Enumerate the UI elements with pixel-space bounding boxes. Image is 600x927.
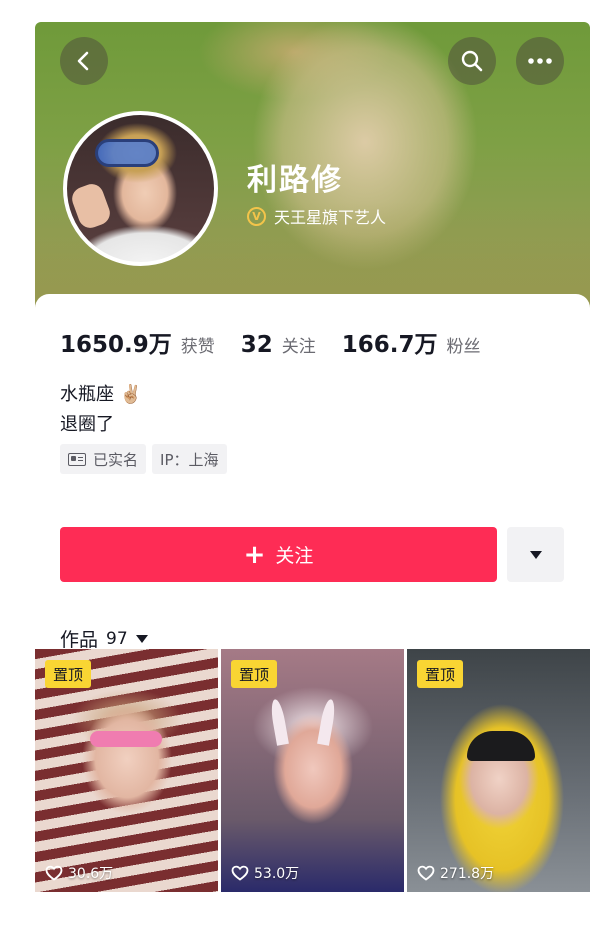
thumbnail-decoration <box>317 698 337 746</box>
stat-label: 粉丝 <box>446 337 481 357</box>
avatar-hand <box>68 180 114 232</box>
realname-tag-label: 已实名 <box>93 450 139 469</box>
thumbnail-decoration <box>90 731 162 747</box>
video-likes-count: 53.0万 <box>254 866 300 882</box>
stat-value: 32 <box>240 332 273 358</box>
realname-tag: 已实名 <box>60 444 147 474</box>
pinned-badge: 置顶 <box>45 660 92 688</box>
video-likes: 53.0万 <box>231 863 299 883</box>
verified-row: V 天王星旗下艺人 <box>247 204 386 228</box>
caret-down-icon <box>135 634 148 643</box>
more-button[interactable] <box>516 37 564 85</box>
id-card-icon <box>68 452 86 466</box>
ip-location-tag: IP：上海 <box>152 444 227 474</box>
video-likes-count: 271.8万 <box>440 866 495 882</box>
verified-text: 天王星旗下艺人 <box>274 208 387 227</box>
stat-likes[interactable]: 1650.9万 获赞 <box>60 325 215 359</box>
video-grid: 置顶 30.6万 置顶 53.0万 置顶 271.8万 <box>35 649 590 892</box>
verified-badge-icon: V <box>247 206 266 226</box>
heart-icon <box>231 865 249 881</box>
bio-line-2: 退圈了 <box>60 414 114 435</box>
pinned-badge: 置顶 <box>231 660 278 688</box>
works-count: 97 <box>106 628 128 649</box>
search-icon <box>461 50 483 72</box>
works-tab[interactable]: 作品 97 <box>60 625 148 652</box>
recommend-dropdown-button[interactable] <box>507 527 564 582</box>
plus-icon: + <box>243 539 266 570</box>
stat-following[interactable]: 32 关注 <box>241 332 316 358</box>
heart-icon <box>45 865 63 881</box>
thumbnail-decoration <box>269 698 289 746</box>
more-dots-icon <box>528 58 552 64</box>
avatar-goggles <box>95 139 159 167</box>
works-label: 作品 <box>60 629 99 651</box>
ip-location-label: IP：上海 <box>160 450 219 469</box>
back-arrow-icon <box>77 51 89 71</box>
back-button[interactable] <box>60 37 108 85</box>
profile-info-sheet: 1650.9万 获赞 32 关注 166.7万 粉丝 水瓶座 ✌🏼 退圈了 已实… <box>35 294 590 902</box>
video-thumbnail[interactable]: 置顶 271.8万 <box>407 649 590 892</box>
heart-icon <box>417 865 435 881</box>
stats-row: 1650.9万 获赞 32 关注 166.7万 粉丝 <box>60 325 507 359</box>
stat-label: 关注 <box>281 337 316 357</box>
search-button[interactable] <box>448 37 496 85</box>
profile-tags: 已实名 IP：上海 <box>60 444 227 474</box>
video-likes-count: 30.6万 <box>68 866 114 882</box>
follow-button[interactable]: + 关注 <box>60 527 497 582</box>
stat-followers[interactable]: 166.7万 粉丝 <box>342 325 481 359</box>
avatar[interactable] <box>63 111 218 266</box>
stat-label: 获赞 <box>180 337 215 357</box>
video-thumbnail[interactable]: 置顶 30.6万 <box>35 649 218 892</box>
profile-screen: 利路修 V 天王星旗下艺人 1650.9万 获赞 32 关注 166.7万 粉丝… <box>35 22 590 902</box>
follow-button-label: 关注 <box>275 545 314 567</box>
video-likes: 271.8万 <box>417 863 494 883</box>
video-thumbnail[interactable]: 置顶 53.0万 <box>221 649 404 892</box>
caret-down-icon <box>529 550 542 559</box>
thumbnail-decoration <box>467 731 535 761</box>
video-likes: 30.6万 <box>45 863 113 883</box>
stat-value: 1650.9万 <box>60 332 172 358</box>
bio-line-1: 水瓶座 ✌🏼 <box>60 384 143 405</box>
pinned-badge: 置顶 <box>417 660 464 688</box>
stat-value: 166.7万 <box>341 332 438 358</box>
profile-name: 利路修 <box>247 163 343 198</box>
